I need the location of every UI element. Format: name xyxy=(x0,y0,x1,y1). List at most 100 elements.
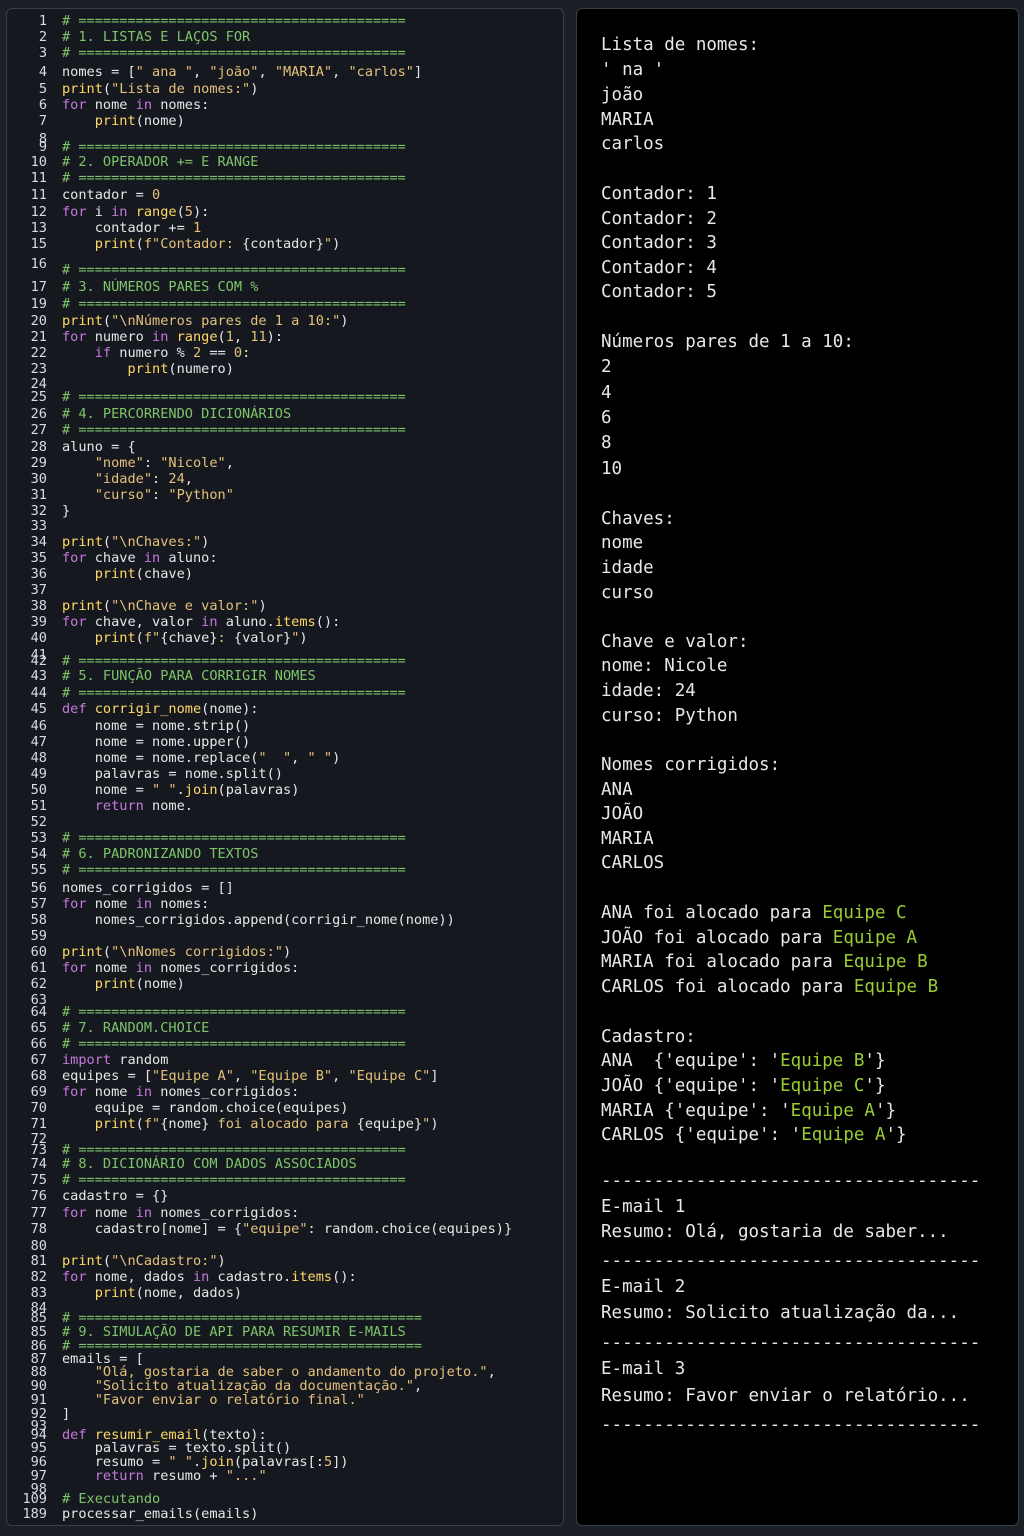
code-token: : xyxy=(242,345,251,361)
code-line[interactable]: 50 nome = " ".join(palavras) xyxy=(7,782,563,798)
code-line[interactable]: 30 "idade": 24, xyxy=(7,471,563,487)
code-line[interactable]: 22 if numero % 2 == 0: xyxy=(7,345,563,361)
code-line[interactable]: 189 processar_emails(emails) xyxy=(7,1506,563,1522)
code-line[interactable]: 23 print(numero) xyxy=(7,361,563,377)
code-line[interactable]: 83 print(nome, dados) xyxy=(7,1285,563,1301)
code-line[interactable]: 17 # 3. NÚMEROS PARES COM % xyxy=(7,279,563,295)
code-line[interactable]: 42 # ====================================… xyxy=(7,653,563,669)
code-editor[interactable]: 1 # =====================================… xyxy=(6,8,564,1526)
code-line[interactable]: 62 print(nome) xyxy=(7,976,563,992)
console-text: Contador: 2 xyxy=(601,209,717,229)
code-line[interactable]: 51 return nome. xyxy=(7,798,563,814)
code-line[interactable]: 65 # 7. RANDOM.CHOICE xyxy=(7,1020,563,1036)
code-line[interactable]: 61 for nome in nomes_corrigidos: xyxy=(7,960,563,976)
code-line[interactable]: 40 print(f"{chave}: {valor}") xyxy=(7,630,563,646)
code-line[interactable]: 56 nomes_corrigidos = [] xyxy=(7,880,563,896)
code-line[interactable]: 49 palavras = nome.split() xyxy=(7,766,563,782)
code-line[interactable]: 44 # ====================================… xyxy=(7,685,563,701)
code-line[interactable]: 54 # 6. PADRONIZANDO TEXTOS xyxy=(7,846,563,862)
code-line[interactable]: 71 print(f"{nome} foi alocado para {equi… xyxy=(7,1116,563,1132)
code-token: ( xyxy=(102,598,112,614)
code-line[interactable]: 67 import random xyxy=(7,1052,563,1068)
code-line[interactable]: 74 # 8. DICIONÁRIO COM DADOS ASSOCIADOS xyxy=(7,1156,563,1172)
code-line[interactable]: 7 print(nome) xyxy=(7,113,563,129)
line-number: 47 xyxy=(30,734,47,750)
line-number: 71 xyxy=(30,1116,47,1132)
console-text: curso xyxy=(601,583,654,603)
code-line[interactable]: 2 # 1. LISTAS E LAÇOS FOR xyxy=(7,29,563,45)
code-line[interactable]: 33 xyxy=(7,518,563,534)
code-token: for xyxy=(62,1269,87,1285)
code-line[interactable]: 9 # =====================================… xyxy=(7,139,563,155)
code-line[interactable]: # ======================================… xyxy=(7,262,563,278)
code-line[interactable]: 28 aluno = { xyxy=(7,439,563,455)
code-line[interactable]: 10 # 2. OPERADOR += E RANGE xyxy=(7,154,563,170)
code-line[interactable]: 3 # =====================================… xyxy=(7,45,563,61)
code-line[interactable]: 69 for nome in nomes_corrigidos: xyxy=(7,1084,563,1100)
code-line[interactable]: 81 print("\nCadastro:") xyxy=(7,1253,563,1269)
code-line[interactable]: 4 nomes = [" ana ", "joão", "MARIA", "car… xyxy=(7,64,563,80)
code-line[interactable]: 6 for nome in nomes: xyxy=(7,97,563,113)
code-line[interactable]: 11 # ====================================… xyxy=(7,170,563,186)
code-line[interactable]: 78 cadastro[nome] = {"equipe": random.ch… xyxy=(7,1221,563,1237)
code-line[interactable]: 48 nome = nome.replace(" ", " ") xyxy=(7,750,563,766)
code-text: def corrigir_nome(nome): xyxy=(62,701,258,717)
console-text: E-mail 2 xyxy=(601,1277,686,1297)
code-line[interactable]: 45 def corrigir_nome(nome): xyxy=(7,701,563,717)
code-line[interactable]: 1 # =====================================… xyxy=(7,13,563,29)
code-token: for xyxy=(62,204,87,220)
code-line[interactable]: 27 # ====================================… xyxy=(7,422,563,438)
code-line[interactable]: 52 xyxy=(7,814,563,830)
code-line[interactable]: 70 equipe = random.choice(equipes) xyxy=(7,1100,563,1116)
code-line[interactable]: 11 contador = 0 xyxy=(7,187,563,203)
code-line[interactable]: 37 xyxy=(7,582,563,598)
code-line[interactable]: 36 print(chave) xyxy=(7,566,563,582)
code-line[interactable]: 13 contador += 1 xyxy=(7,220,563,236)
code-line[interactable]: 80 xyxy=(7,1238,563,1254)
code-line[interactable]: 31 "curso": "Python" xyxy=(7,487,563,503)
code-line[interactable]: 43 # 5. FUNÇÃO PARA CORRIGIR NOMES xyxy=(7,668,563,684)
code-text: for i in range(5): xyxy=(62,204,209,220)
code-line[interactable]: 38 print("\nChave e valor:") xyxy=(7,598,563,614)
code-line[interactable]: 29 "nome": "Nicole", xyxy=(7,455,563,471)
code-line[interactable]: 75 # ====================================… xyxy=(7,1172,563,1188)
code-line[interactable]: 58 nomes_corrigidos.append(corrigir_nome… xyxy=(7,912,563,928)
console-text: E-mail 3 xyxy=(601,1359,686,1379)
code-line[interactable]: 109 # Executando xyxy=(7,1491,563,1507)
code-line[interactable]: 12 for i in range(5): xyxy=(7,204,563,220)
code-line[interactable]: 5 print("Lista de nomes:") xyxy=(7,81,563,97)
code-text: # ======================================… xyxy=(62,13,406,29)
code-line[interactable]: 53 # ====================================… xyxy=(7,830,563,846)
code-line[interactable]: 32} xyxy=(7,503,563,519)
code-line[interactable]: 55 # ====================================… xyxy=(7,862,563,878)
code-token: nomes_corrigidos = [] xyxy=(62,880,234,896)
code-line[interactable]: 47 nome = nome.upper() xyxy=(7,734,563,750)
line-number: 66 xyxy=(30,1036,47,1052)
code-line[interactable]: 25 # ====================================… xyxy=(7,389,563,405)
code-line[interactable]: 77 for nome in nomes_corrigidos: xyxy=(7,1205,563,1221)
code-line[interactable]: 26 # 4. PERCORRENDO DICIONÁRIOS xyxy=(7,406,563,422)
line-number: 23 xyxy=(30,361,47,377)
code-line[interactable]: 57 for nome in nomes: xyxy=(7,896,563,912)
code-token: for xyxy=(62,1084,87,1100)
code-line[interactable]: 59 xyxy=(7,928,563,944)
code-line[interactable]: 35 for chave in aluno: xyxy=(7,550,563,566)
code-line[interactable]: 68 equipes = ["Equipe A", "Equipe B", "Eq… xyxy=(7,1068,563,1084)
code-line[interactable]: 46 nome = nome.strip() xyxy=(7,718,563,734)
code-line[interactable]: 60 print("\nNomes corrigidos:") xyxy=(7,944,563,960)
code-line[interactable]: 19 # ====================================… xyxy=(7,296,563,312)
code-line[interactable]: 15 print(f"Contador: {contador}") xyxy=(7,236,563,252)
code-line[interactable]: 20 print("\nNúmeros pares de 1 a 10:") xyxy=(7,313,563,329)
code-token: nome = nome.upper() xyxy=(62,734,251,750)
code-token: items xyxy=(291,1269,333,1285)
code-line[interactable]: 76 cadastro = {} xyxy=(7,1188,563,1204)
code-line[interactable]: 82 for nome, dados in cadastro.items(): xyxy=(7,1269,563,1285)
code-line[interactable]: 21 for numero in range(1, 11): xyxy=(7,329,563,345)
code-line[interactable]: 66 # ====================================… xyxy=(7,1036,563,1052)
code-line[interactable]: 34 print("\nChaves:") xyxy=(7,534,563,550)
code-line[interactable]: 39 for chave, valor in aluno.items(): xyxy=(7,614,563,630)
code-token: # ======================================… xyxy=(62,170,406,186)
code-line[interactable]: 64 # ====================================… xyxy=(7,1004,563,1020)
